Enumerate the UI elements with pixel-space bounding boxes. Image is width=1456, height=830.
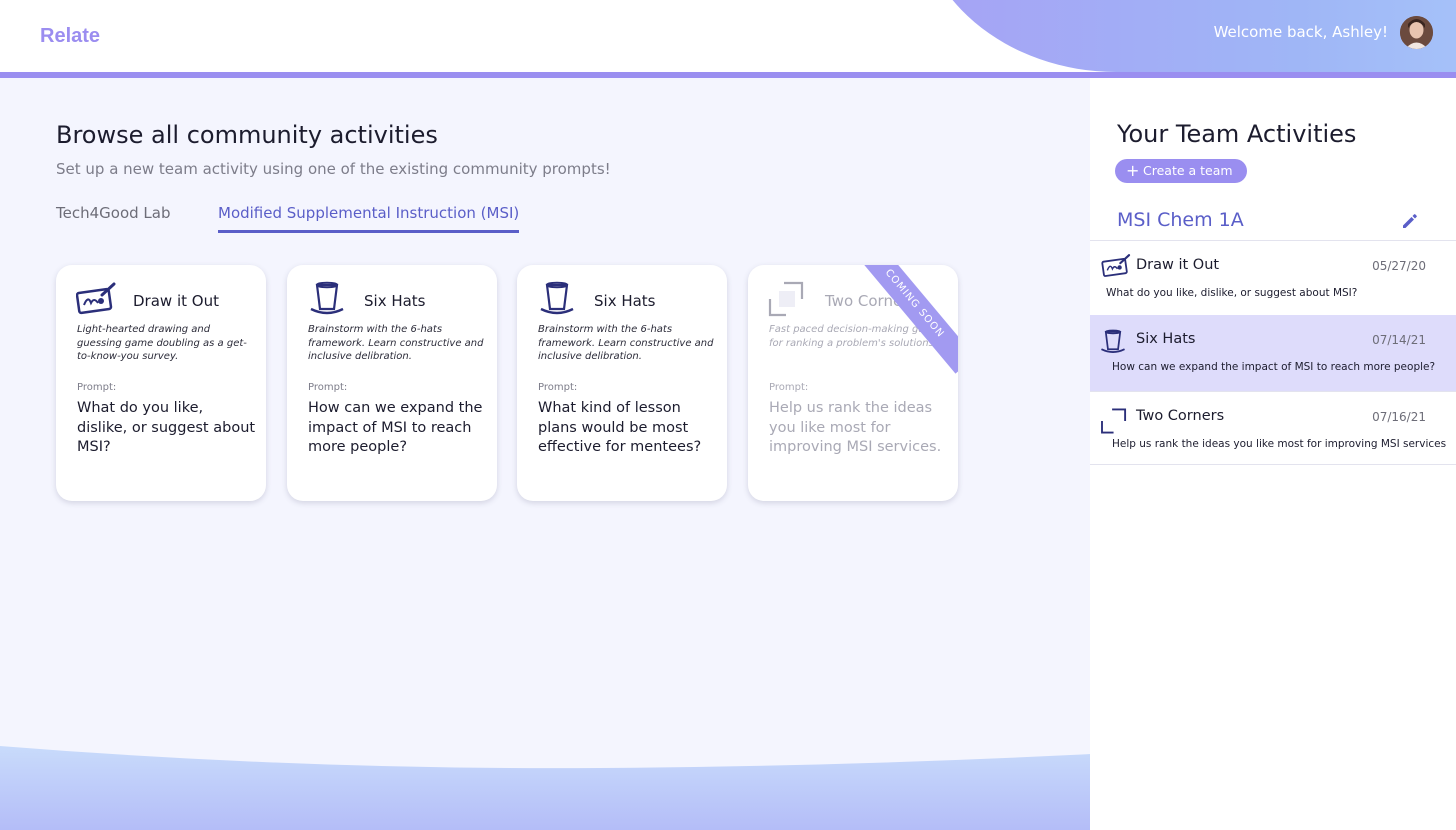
page-subtitle: Set up a new team activity using one of …	[56, 160, 611, 178]
activity-card-two-corners: Two Corners Fast paced decision-making g…	[748, 265, 958, 501]
activity-date: 07/14/21	[1372, 333, 1426, 347]
tab-tech4good-lab[interactable]: Tech4Good Lab	[56, 204, 170, 230]
divider	[1090, 464, 1456, 465]
team-activity-row[interactable]: Two Corners 07/16/21 Help us rank the id…	[1090, 392, 1456, 468]
activity-card-draw-it-out[interactable]: Draw it Out Light-hearted drawing and gu…	[56, 265, 266, 501]
team-activities-sidebar: Your Team Activities + Create a team MSI…	[1090, 78, 1456, 830]
card-prompt: What kind of lesson plans would be most …	[538, 400, 702, 455]
drawing-icon	[1101, 253, 1131, 279]
avatar[interactable]	[1400, 16, 1433, 49]
top-hat-icon	[307, 281, 347, 317]
corners-icon	[768, 281, 808, 317]
card-prompt: How can we expand the impact of MSI to r…	[308, 400, 483, 455]
tab-msi[interactable]: Modified Supplemental Instruction (MSI)	[218, 204, 520, 233]
card-title: Draw it Out	[133, 292, 219, 310]
activity-card-six-hats[interactable]: Six Hats Brainstorm with the 6-hats fram…	[287, 265, 497, 501]
card-prompt: Help us rank the ideas you like most for…	[769, 400, 942, 455]
team-activity-row-selected[interactable]: Six Hats 07/14/21 How can we expand the …	[1090, 315, 1456, 391]
activity-date: 05/27/20	[1372, 259, 1426, 273]
sidebar-title: Your Team Activities	[1117, 120, 1357, 148]
welcome-message: Welcome back, Ashley!	[1213, 23, 1388, 41]
main-content: Browse all community activities Set up a…	[0, 78, 1090, 830]
top-hat-icon	[537, 281, 577, 317]
activity-name: Two Corners	[1136, 408, 1225, 424]
card-prompt-label: Prompt:	[308, 382, 348, 393]
card-prompt-label: Prompt:	[769, 382, 809, 393]
page-title: Browse all community activities	[56, 121, 438, 149]
team-name[interactable]: MSI Chem 1A	[1117, 209, 1244, 231]
coming-soon-ribbon: COMING SOON	[852, 265, 958, 374]
drawing-icon	[75, 281, 116, 317]
activity-name: Six Hats	[1136, 331, 1196, 347]
app-logo[interactable]: Relate	[40, 25, 100, 48]
team-activity-row[interactable]: Draw it Out 05/27/20 What do you like, d…	[1090, 241, 1456, 317]
plus-icon: +	[1126, 161, 1140, 180]
card-description: Brainstorm with the 6-hats framework. Le…	[538, 324, 714, 362]
card-prompt-label: Prompt:	[77, 382, 117, 393]
edit-pencil-icon[interactable]	[1401, 212, 1419, 230]
create-team-label: Create a team	[1143, 163, 1233, 178]
card-prompt-label: Prompt:	[538, 382, 578, 393]
activity-prompt: How can we expand the impact of MSI to r…	[1112, 361, 1436, 373]
top-hat-icon	[1098, 329, 1128, 355]
activity-prompt: What do you like, dislike, or suggest ab…	[1106, 287, 1358, 299]
card-description: Brainstorm with the 6-hats framework. Le…	[308, 324, 484, 362]
activity-name: Draw it Out	[1136, 257, 1220, 273]
card-prompt: What do you like, dislike, or suggest ab…	[77, 400, 256, 455]
corners-icon	[1100, 408, 1130, 434]
activity-prompt: Help us rank the ideas you like most for…	[1112, 438, 1447, 450]
activity-card-six-hats-2[interactable]: Six Hats Brainstorm with the 6-hats fram…	[517, 265, 727, 501]
create-team-button[interactable]: + Create a team	[1115, 159, 1247, 183]
card-title: Six Hats	[364, 292, 426, 310]
top-header: Relate Welcome back, Ashley!	[0, 0, 1456, 78]
card-title: Six Hats	[594, 292, 656, 310]
card-description: Light-hearted drawing and guessing game …	[77, 324, 247, 362]
activity-date: 07/16/21	[1372, 410, 1426, 424]
